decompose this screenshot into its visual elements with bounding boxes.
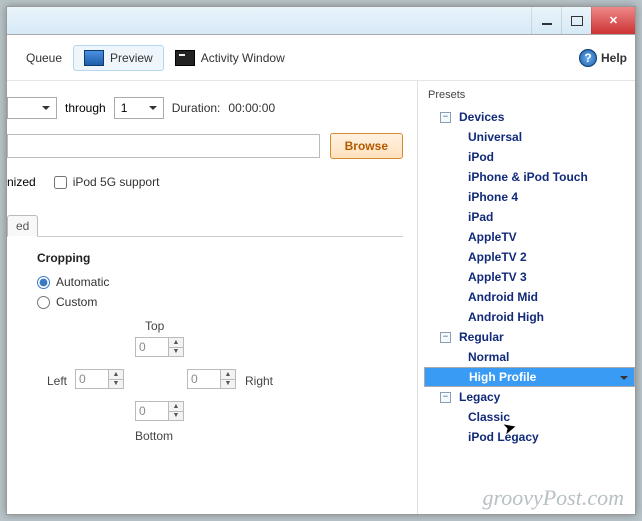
queue-label: Queue: [26, 51, 62, 65]
preset-item[interactable]: AppleTV: [424, 227, 635, 247]
cropping-custom-radio[interactable]: Custom: [37, 295, 393, 309]
minimize-button[interactable]: [531, 7, 561, 34]
crop-top-spinner[interactable]: ▲▼: [135, 337, 184, 357]
crop-right-spinner[interactable]: ▲▼: [187, 369, 236, 389]
cropping-group: Cropping Automatic Custom Top ▲▼ Left: [7, 236, 403, 479]
help-link[interactable]: ? Help: [579, 49, 627, 67]
preset-group-legacy[interactable]: −Legacy: [424, 387, 635, 407]
preset-item[interactable]: iPod: [424, 147, 635, 167]
range-from-select[interactable]: [7, 97, 57, 119]
presets-label: Presets: [424, 87, 635, 103]
preset-item[interactable]: iPad: [424, 207, 635, 227]
preset-item[interactable]: Classic: [424, 407, 635, 427]
ipod5g-checkbox[interactable]: iPod 5G support: [54, 175, 160, 189]
preset-item[interactable]: High Profile: [424, 367, 635, 387]
preset-item[interactable]: iPhone & iPod Touch: [424, 167, 635, 187]
cropping-auto-radio[interactable]: Automatic: [37, 275, 393, 289]
main-pane: through 1 Duration: 00:00:00 Browse nize…: [7, 81, 417, 514]
expander-icon[interactable]: −: [440, 112, 451, 123]
help-label: Help: [601, 51, 627, 65]
activity-label: Activity Window: [201, 51, 285, 65]
preset-group-regular[interactable]: −Regular: [424, 327, 635, 347]
preset-item[interactable]: iPod Legacy: [424, 427, 635, 447]
browse-button[interactable]: Browse: [330, 133, 403, 159]
preview-button[interactable]: Preview: [73, 45, 164, 71]
crop-left-label: Left: [47, 374, 67, 388]
help-icon: ?: [579, 49, 597, 67]
expander-icon[interactable]: −: [440, 392, 451, 403]
preset-item[interactable]: Android High: [424, 307, 635, 327]
crop-bottom-spinner[interactable]: ▲▼: [135, 401, 184, 421]
through-label: through: [65, 101, 106, 115]
activity-icon: [175, 50, 195, 66]
preset-item[interactable]: AppleTV 3: [424, 267, 635, 287]
toolbar: Queue Preview Activity Window ? Help: [7, 35, 635, 81]
preset-item[interactable]: Android Mid: [424, 287, 635, 307]
tab-fragment[interactable]: ed: [7, 215, 38, 237]
ipod5g-checkbox-input[interactable]: [54, 176, 67, 189]
preset-group-devices[interactable]: −Devices: [424, 107, 635, 127]
preview-icon: [84, 50, 104, 66]
preview-label: Preview: [110, 51, 153, 65]
ipod5g-label: iPod 5G support: [73, 175, 160, 189]
source-path-input[interactable]: [7, 134, 320, 158]
window-titlebar: [7, 7, 635, 35]
duration-label: Duration:: [172, 101, 221, 115]
preset-item[interactable]: AppleTV 2: [424, 247, 635, 267]
preset-item[interactable]: Normal: [424, 347, 635, 367]
crop-bottom-label: Bottom: [135, 429, 173, 443]
anamorphic-label-fragment: nized: [7, 175, 36, 189]
close-button[interactable]: [591, 7, 635, 34]
preset-item[interactable]: Universal: [424, 127, 635, 147]
crop-right-label: Right: [245, 374, 273, 388]
activity-window-button[interactable]: Activity Window: [164, 45, 296, 71]
range-to-select[interactable]: 1: [114, 97, 164, 119]
preset-group-label: Legacy: [459, 390, 500, 404]
presets-tree[interactable]: −DevicesUniversaliPodiPhone & iPod Touch…: [424, 107, 635, 447]
expander-icon[interactable]: −: [440, 332, 451, 343]
crop-left-spinner[interactable]: ▲▼: [75, 369, 124, 389]
maximize-button[interactable]: [561, 7, 591, 34]
watermark: groovyPost.com: [482, 485, 624, 511]
presets-pane: Presets −DevicesUniversaliPodiPhone & iP…: [417, 81, 635, 514]
preset-group-label: Regular: [459, 330, 504, 344]
queue-button[interactable]: Queue: [15, 46, 73, 70]
preset-group-label: Devices: [459, 110, 504, 124]
crop-top-label: Top: [145, 319, 164, 333]
preset-item[interactable]: iPhone 4: [424, 187, 635, 207]
duration-value: 00:00:00: [228, 101, 275, 115]
cropping-values: Top ▲▼ Left ▲▼ ▲▼ Right ▲▼ Bottom: [37, 319, 277, 469]
cropping-title: Cropping: [37, 251, 393, 265]
